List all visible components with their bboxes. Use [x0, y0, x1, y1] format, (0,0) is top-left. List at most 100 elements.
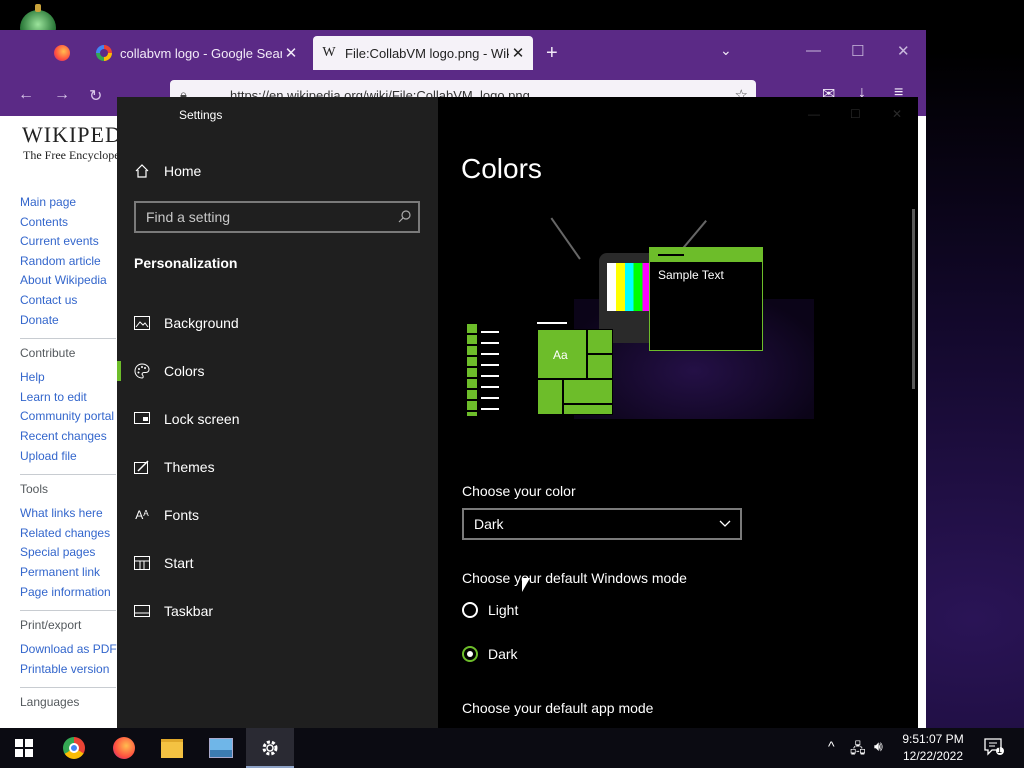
close-tab-icon[interactable]: ✕ [509, 44, 527, 62]
find-setting-search[interactable]: Find a setting [134, 201, 420, 233]
taskbar: ^ 🖧︎ 🔊︎ 9:51:07 PM 12/22/2022 1 [0, 728, 1024, 768]
wiki-link[interactable]: Page information [20, 585, 111, 599]
firefox-view-button[interactable] [44, 36, 80, 70]
sidebar-item-label: Home [164, 163, 202, 179]
minimize-icon[interactable]: — [806, 42, 821, 59]
sidebar-item-label: Start [164, 555, 194, 571]
wiki-link[interactable]: Contents [20, 215, 68, 229]
sidebar-item-start[interactable]: Start [117, 543, 438, 583]
sidebar-item-label: Colors [164, 363, 205, 379]
wiki-link[interactable]: Donate [20, 313, 59, 327]
back-button[interactable]: ← [18, 86, 34, 104]
tab-google-search[interactable]: collabvm logo - Google Search ✕ [88, 36, 306, 70]
tab-bar: collabvm logo - Google Search ✕ W File:C… [0, 30, 926, 76]
wiki-link[interactable]: About Wikipedia [20, 273, 107, 287]
sidebar-item-colors[interactable]: Colors [117, 351, 438, 391]
volume-icon[interactable]: 🔊︎ [874, 738, 883, 755]
search-icon[interactable] [398, 209, 412, 228]
forward-button[interactable]: → [54, 86, 70, 104]
page-title: Colors [461, 153, 542, 184]
search-placeholder: Find a setting [146, 209, 231, 225]
radio-circle[interactable] [462, 646, 478, 662]
taskbar-firefox[interactable] [100, 728, 148, 768]
divider [20, 338, 116, 340]
sidebar-item-home[interactable]: Home [117, 151, 438, 191]
sidebar-item-fonts[interactable]: Aᴬ Fonts [117, 495, 438, 535]
wiki-link[interactable]: Learn to edit [20, 390, 87, 404]
settings-window: Settings Home Find a setting Personaliza… [117, 97, 918, 728]
wiki-link[interactable]: Permanent link [20, 565, 100, 579]
wiki-link[interactable]: Special pages [20, 545, 95, 559]
wiki-link[interactable]: Upload file [20, 449, 77, 463]
radio-dark[interactable]: Dark [462, 646, 518, 662]
sidebar-item-label: Themes [164, 459, 215, 475]
section-title: Personalization [134, 255, 238, 271]
mouse-cursor [522, 578, 530, 592]
wikipedia-icon: W [322, 45, 336, 60]
tab-label: File:CollabVM logo.png - Wikip [345, 45, 509, 61]
preview-tile-text: Aa [553, 348, 568, 362]
wiki-link[interactable]: Current events [20, 234, 99, 248]
sidebar-item-lock-screen[interactable]: Lock screen [117, 399, 438, 439]
network-icon[interactable]: 🖧︎ [850, 738, 866, 762]
new-tab-button[interactable]: + [546, 42, 558, 65]
settings-close-icon[interactable]: ✕ [892, 107, 902, 121]
wiki-link[interactable]: Main page [20, 195, 76, 209]
wiki-section-heading: Print/export [20, 618, 82, 633]
sidebar-item-taskbar[interactable]: Taskbar [117, 591, 438, 631]
radio-label: Dark [488, 646, 518, 662]
taskbar-chrome[interactable] [50, 728, 98, 768]
wiki-link[interactable]: Download as PDF [20, 642, 117, 656]
chevron-down-icon [718, 516, 732, 535]
preview-window: Sample Text [649, 247, 763, 351]
scrollbar[interactable] [912, 209, 915, 389]
close-window-icon[interactable]: ✕ [897, 42, 910, 60]
choose-color-dropdown[interactable]: Dark [462, 508, 742, 540]
radio-label: Light [488, 602, 519, 618]
chrome-icon [63, 737, 85, 759]
settings-maximize-icon[interactable]: ☐ [850, 107, 861, 121]
sidebar-item-background[interactable]: Background [117, 303, 438, 343]
wiki-link[interactable]: Related changes [20, 526, 110, 540]
tab-wikipedia-file[interactable]: W File:CollabVM logo.png - Wikip ✕ [313, 36, 533, 70]
show-hidden-icons-icon[interactable]: ^ [828, 738, 835, 754]
wiki-link[interactable]: Recent changes [20, 429, 107, 443]
sidebar-item-label: Lock screen [164, 411, 240, 427]
wiki-link[interactable]: What links here [20, 506, 103, 520]
close-tab-icon[interactable]: ✕ [282, 44, 300, 62]
wiki-link[interactable]: Contact us [20, 293, 77, 307]
themes-icon [134, 459, 150, 475]
wiki-link[interactable]: Community portal [20, 409, 114, 423]
tab-label: collabvm logo - Google Search [120, 45, 282, 61]
list-all-tabs-button[interactable]: ⌄ [720, 42, 732, 59]
clock[interactable]: 9:51:07 PM 12/22/2022 [896, 731, 970, 765]
wiki-section-heading: Languages [20, 695, 80, 710]
firefox-icon [113, 737, 135, 759]
home-icon [134, 163, 150, 179]
wiki-link[interactable]: Random article [20, 254, 101, 268]
taskbar-icon [134, 603, 150, 619]
windows-icon [15, 739, 33, 757]
taskbar-settings[interactable] [246, 728, 294, 768]
taskbar-photos[interactable] [197, 728, 245, 768]
notification-count: 1 [997, 745, 1003, 755]
photos-icon [209, 738, 233, 758]
settings-minimize-icon[interactable]: — [808, 107, 820, 121]
dropdown-value: Dark [474, 516, 504, 532]
fonts-icon: Aᴬ [135, 508, 149, 522]
start-button[interactable] [0, 728, 48, 768]
maximize-icon[interactable]: ☐ [851, 42, 864, 60]
wiki-link[interactable]: Printable version [20, 662, 109, 676]
reload-button[interactable]: ↻ [89, 86, 102, 106]
taskbar-file-explorer[interactable] [148, 728, 196, 768]
radio-circle[interactable] [462, 602, 478, 618]
gear-icon [262, 740, 278, 756]
notification-center-icon[interactable]: 1 [984, 738, 1004, 761]
clock-date: 12/22/2022 [902, 749, 964, 763]
radio-light[interactable]: Light [462, 602, 518, 618]
divider [20, 610, 116, 612]
sidebar-item-themes[interactable]: Themes [117, 447, 438, 487]
wiki-section-heading: Contribute [20, 346, 76, 361]
window-title: Settings [179, 108, 223, 122]
wiki-link[interactable]: Help [20, 370, 45, 384]
